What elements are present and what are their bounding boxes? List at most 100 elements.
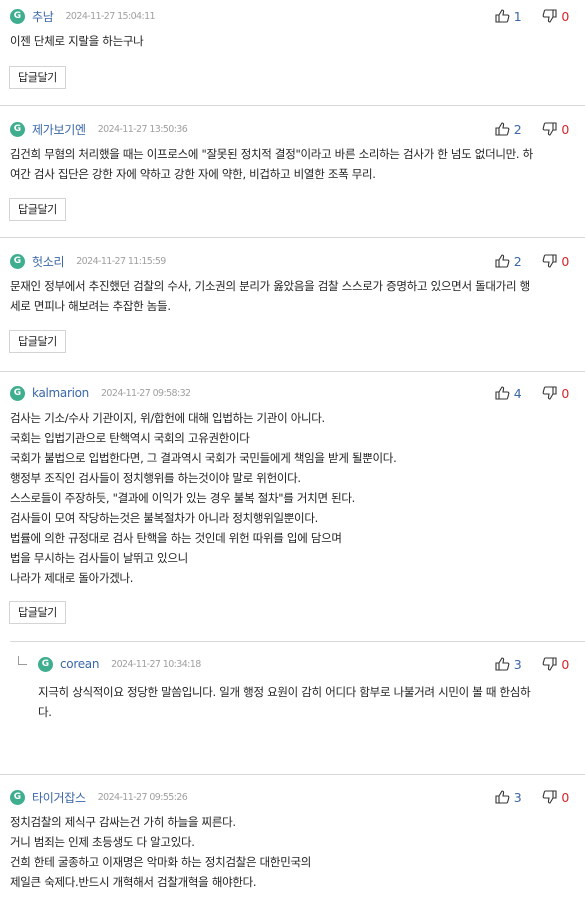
- thumbs-up-icon: [495, 9, 510, 23]
- dislike-button[interactable]: 0: [542, 657, 569, 672]
- comment-header: G 타이거잡스 2024-11-27 09:55:26: [10, 788, 188, 806]
- comment-header: G 제가보기엔 2024-11-27 13:50:36: [10, 120, 188, 138]
- comment-line: 김건희 무혐의 처리했을 때는 이프로스에 "잘못된 정치적 결정"이라고 바른…: [10, 147, 533, 161]
- thumbs-up-icon: [495, 254, 510, 268]
- comment-body: 정치검찰의 제식구 감싸는건 가히 하늘을 찌른다. 거니 범죄는 인제 초등생…: [10, 812, 573, 892]
- comment-header: G 헛소리 2024-11-27 11:15:59: [10, 252, 166, 270]
- like-count: 4: [513, 385, 522, 401]
- reply-button[interactable]: 답글달기: [9, 601, 66, 624]
- like-button[interactable]: 3: [495, 657, 522, 672]
- dislike-button[interactable]: 0: [542, 9, 569, 24]
- comment-author[interactable]: 헛소리: [32, 253, 65, 270]
- comment-line: 거니 범죄는 인제 초등생도 다 알고있다.: [10, 835, 195, 849]
- thumbs-down-icon: [542, 386, 557, 400]
- comment-item: G 제가보기엔 2024-11-27 13:50:36 2 0 김건희 무혐의 …: [0, 105, 585, 235]
- thumbs-down-icon: [542, 790, 557, 804]
- comment-author[interactable]: corean: [60, 657, 99, 671]
- dislike-count: 0: [561, 789, 569, 805]
- comment-line: 국회는 입법기관으로 탄핵역시 국회의 고유권한이다: [10, 431, 250, 445]
- comment-date: 2024-11-27 11:15:59: [76, 255, 166, 267]
- like-button[interactable]: 3: [495, 790, 522, 805]
- vote-group: 3 0: [495, 655, 569, 673]
- vote-group: 1 0: [495, 7, 569, 25]
- comment-author[interactable]: 타이거잡스: [32, 789, 86, 806]
- comment-body: 김건희 무혐의 처리했을 때는 이프로스에 "잘못된 정치적 결정"이라고 바른…: [10, 144, 573, 184]
- comment-header: G corean 2024-11-27 10:34:18: [38, 655, 201, 673]
- comment-line: 국회가 불법으로 입법한다면, 그 결과역시 국회가 국민들에게 책임을 받게 …: [10, 451, 397, 465]
- thumbs-down-icon: [542, 122, 557, 136]
- user-avatar-icon: G: [10, 789, 25, 805]
- dislike-count: 0: [561, 253, 569, 269]
- reply-item: G corean 2024-11-27 10:34:18 3 0 지극히 상식적…: [10, 641, 585, 773]
- like-button[interactable]: 4: [495, 386, 522, 401]
- reply-arrow-icon: [18, 656, 27, 665]
- reply-button[interactable]: 답글달기: [9, 330, 66, 353]
- like-button[interactable]: 2: [495, 254, 522, 269]
- comment-line: 행정부 조직인 검사들이 정치행위를 하는것이야 말로 위헌이다.: [10, 471, 301, 485]
- vote-group: 3 0: [495, 788, 569, 806]
- thumbs-down-icon: [542, 9, 557, 23]
- dislike-button[interactable]: 0: [542, 790, 569, 805]
- comment-line: 제일큰 숙제다.반드시 개혁해서 검찰개혁을 해야한다.: [10, 875, 257, 889]
- comment-list: G 추남 2024-11-27 15:04:11 1 0 이젠 단체로 지랄을 …: [0, 0, 585, 904]
- thumbs-up-icon: [495, 386, 510, 400]
- thumbs-up-icon: [495, 122, 510, 136]
- comment-line: 이젠 단체로 지랄을 하는구나: [10, 34, 144, 48]
- like-button[interactable]: 1: [495, 9, 522, 24]
- comment-body: 이젠 단체로 지랄을 하는구나: [10, 31, 573, 51]
- thumbs-down-icon: [542, 657, 557, 671]
- vote-group: 4 0: [495, 384, 569, 402]
- comment-body: 문재인 정부에서 추진했던 검찰의 수사, 기소권의 분리가 옳았음을 검찰 스…: [10, 276, 573, 316]
- user-avatar-icon: G: [10, 385, 25, 401]
- comment-line: 세로 면피나 해보려는 추잡한 놈들.: [10, 299, 171, 313]
- comment-line: 나라가 제대로 돌아가겠나.: [10, 571, 134, 585]
- comment-item: G 타이거잡스 2024-11-27 09:55:26 3 0 정치검찰의 제식…: [0, 774, 585, 904]
- comment-line: 법을 무시하는 검사들이 날뛰고 있으니: [10, 551, 188, 565]
- comment-date: 2024-11-27 13:50:36: [97, 123, 188, 135]
- dislike-count: 0: [561, 121, 569, 137]
- like-count: 2: [513, 121, 522, 137]
- comment-line: 건희 한테 굴종하고 이재명은 악마화 하는 정치검찰은 대한민국의: [10, 855, 312, 869]
- comment-body: 지극히 상식적이요 정당한 말씀입니다. 일개 행정 요원이 감히 어디다 함부…: [38, 682, 573, 722]
- comment-line: 스스로들이 주장하듯, "결과에 이익가 있는 경우 불복 절차"를 거치면 된…: [10, 491, 356, 505]
- dislike-count: 0: [561, 385, 569, 401]
- like-count: 3: [513, 656, 522, 672]
- user-avatar-icon: G: [10, 121, 25, 137]
- like-count: 2: [513, 253, 522, 269]
- reply-button[interactable]: 답글달기: [9, 66, 66, 89]
- vote-group: 2 0: [495, 252, 569, 270]
- dislike-count: 0: [561, 656, 569, 672]
- comment-line: 문재인 정부에서 추진했던 검찰의 수사, 기소권의 분리가 옳았음을 검찰 스…: [10, 279, 530, 293]
- like-button[interactable]: 2: [495, 122, 522, 137]
- comment-header: G kalmarion 2024-11-27 09:58:32: [10, 384, 191, 402]
- user-avatar-icon: G: [10, 253, 25, 269]
- dislike-button[interactable]: 0: [542, 254, 569, 269]
- dislike-button[interactable]: 0: [542, 386, 569, 401]
- like-count: 3: [513, 789, 522, 805]
- comment-date: 2024-11-27 15:04:11: [65, 10, 155, 22]
- comment-date: 2024-11-27 09:55:26: [97, 791, 188, 803]
- comment-line: 정치검찰의 제식구 감싸는건 가히 하늘을 찌른다.: [10, 815, 236, 829]
- dislike-count: 0: [561, 8, 569, 24]
- like-count: 1: [513, 8, 522, 24]
- comment-line: 법률에 의한 규정대로 검사 탄핵을 하는 것인데 위헌 따위를 입에 담으며: [10, 531, 342, 545]
- reply-button[interactable]: 답글달기: [9, 198, 66, 221]
- comment-line: 다.: [38, 705, 52, 719]
- user-avatar-icon: G: [38, 656, 53, 672]
- comment-author[interactable]: 제가보기엔: [32, 121, 86, 138]
- comment-item: G kalmarion 2024-11-27 09:58:32 4 0 검사는 …: [0, 371, 585, 640]
- comment-line: 검사들이 모여 작당하는것은 불복절차가 아니라 정치행위일뿐이다.: [10, 511, 318, 525]
- thumbs-up-icon: [495, 790, 510, 804]
- comment-body: 검사는 기소/수사 기관이지, 위/합헌에 대해 입법하는 기관이 아니다. 국…: [10, 408, 573, 588]
- comment-author[interactable]: 추남: [32, 8, 54, 25]
- dislike-button[interactable]: 0: [542, 122, 569, 137]
- comment-date: 2024-11-27 10:34:18: [111, 658, 201, 670]
- comment-item: G 헛소리 2024-11-27 11:15:59 2 0 문재인 정부에서 추…: [0, 237, 585, 369]
- comment-author[interactable]: kalmarion: [32, 386, 89, 400]
- thumbs-down-icon: [542, 254, 557, 268]
- comment-header: G 추남 2024-11-27 15:04:11: [10, 7, 156, 25]
- comment-date: 2024-11-27 09:58:32: [100, 387, 191, 399]
- user-avatar-icon: G: [10, 8, 25, 24]
- comment-line: 여간 검사 집단은 강한 자에 약하고 강한 자에 약한, 비겁하고 비열한 조…: [10, 167, 376, 181]
- thumbs-up-icon: [495, 657, 510, 671]
